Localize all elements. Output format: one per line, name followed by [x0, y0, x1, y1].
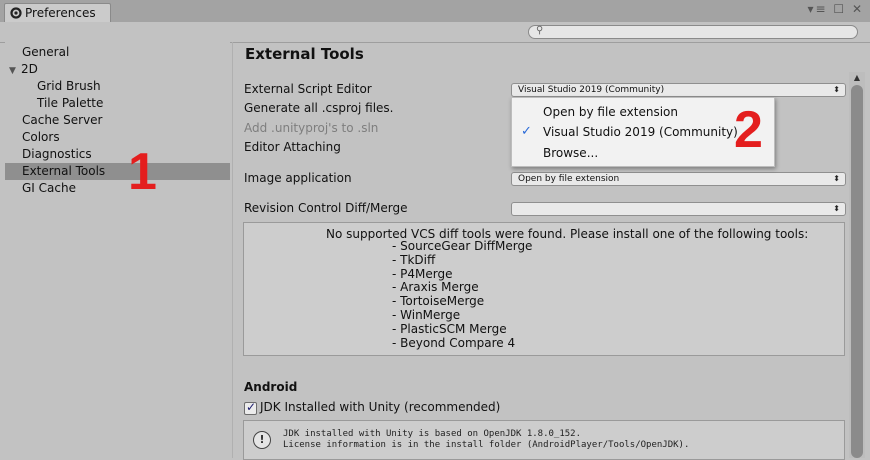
jdk-info-line1: JDK installed with Unity is based on Ope…	[283, 429, 582, 439]
external-script-editor-label: External Script Editor	[244, 82, 372, 96]
scroll-thumb[interactable]	[851, 85, 863, 458]
preferences-tab[interactable]: Preferences	[4, 3, 111, 22]
revision-control-dropdown[interactable]: ⬍	[511, 202, 846, 216]
vcs-tool-list: - SourceGear DiffMerge - TkDiff - P4Merg…	[392, 239, 533, 350]
sidebar-item-external-tools[interactable]: External Tools	[5, 163, 230, 180]
jdk-info-text: JDK installed with Unity is based on Ope…	[283, 429, 689, 451]
jdk-info-box: ! JDK installed with Unity is based on O…	[243, 420, 845, 460]
list-item: - Araxis Merge	[392, 280, 479, 295]
close-icon[interactable]: ✕	[852, 2, 864, 16]
page-title: External Tools	[245, 45, 364, 63]
list-item: - Beyond Compare 4	[392, 335, 516, 350]
title-bar: Preferences ▾≡ ☐ ✕	[0, 0, 870, 22]
dropdown-arrow-icon: ⬍	[833, 174, 840, 183]
sidebar-item-grid-brush[interactable]: Grid Brush	[5, 78, 230, 95]
dropdown-arrow-icon: ⬍	[833, 85, 840, 94]
generate-csproj-label: Generate all .csproj files.	[244, 101, 394, 115]
checkmark-icon: ✓	[521, 124, 532, 139]
sidebar-item-general[interactable]: General	[5, 44, 230, 61]
sidebar-item-cache-server[interactable]: Cache Server	[5, 112, 230, 129]
sidebar-item-2d[interactable]: ▼ 2D	[5, 61, 230, 78]
sidebar-item-diagnostics[interactable]: Diagnostics	[5, 146, 230, 163]
image-application-dropdown[interactable]: Open by file extension ⬍	[511, 172, 846, 186]
list-item: - PlasticSCM Merge	[392, 321, 507, 336]
scroll-up-arrow-icon[interactable]: ▲	[849, 72, 865, 84]
info-exclamation-icon: !	[253, 431, 271, 449]
jdk-installed-label[interactable]: JDK Installed with Unity (recommended)	[260, 400, 500, 414]
list-item: - SourceGear DiffMerge	[392, 239, 533, 253]
list-item: - WinMerge	[392, 307, 461, 322]
checkmark-icon: ✓	[246, 400, 257, 414]
annotation-number-1: 1	[128, 143, 157, 201]
sidebar-item-tile-palette[interactable]: Tile Palette	[5, 95, 230, 112]
external-script-editor-value: Visual Studio 2019 (Community)	[518, 85, 665, 95]
list-item: - TortoiseMerge	[392, 294, 485, 309]
android-section-heading: Android	[244, 380, 298, 394]
add-unityproj-label: Add .unityproj's to .sln	[244, 121, 379, 135]
window-controls: ▾≡ ☐ ✕	[807, 2, 864, 16]
search-input[interactable]: ⚲	[528, 25, 858, 39]
unity-gear-icon	[10, 7, 22, 19]
dropdown-arrow-icon: ⬍	[833, 204, 840, 213]
preferences-sidebar: General ▼ 2D Grid Brush Tile Palette Cach…	[5, 42, 230, 458]
image-application-value: Open by file extension	[518, 174, 620, 184]
list-item: - P4Merge	[392, 266, 453, 281]
vertical-scrollbar[interactable]: ▲	[849, 72, 865, 458]
annotation-number-2: 2	[734, 101, 763, 159]
search-bar: ⚲	[0, 22, 870, 43]
editor-attaching-label: Editor Attaching	[244, 140, 341, 154]
image-application-label: Image application	[244, 171, 352, 185]
vcs-help-box: No supported VCS diff tools were found. …	[243, 222, 845, 356]
sidebar-item-gi-cache[interactable]: GI Cache	[5, 180, 230, 197]
tab-title: Preferences	[25, 6, 96, 20]
jdk-info-line2: License information is in the install fo…	[283, 440, 690, 450]
search-icon: ⚲	[536, 25, 544, 36]
maximize-icon[interactable]: ☐	[833, 2, 846, 16]
external-script-editor-dropdown[interactable]: Visual Studio 2019 (Community) ⬍	[511, 83, 846, 97]
menu-icon[interactable]: ▾≡	[807, 2, 827, 16]
list-item: - TkDiff	[392, 252, 436, 267]
jdk-installed-checkbox[interactable]: ✓	[244, 400, 257, 415]
revision-control-label: Revision Control Diff/Merge	[244, 201, 408, 215]
sidebar-item-colors[interactable]: Colors	[5, 129, 230, 146]
